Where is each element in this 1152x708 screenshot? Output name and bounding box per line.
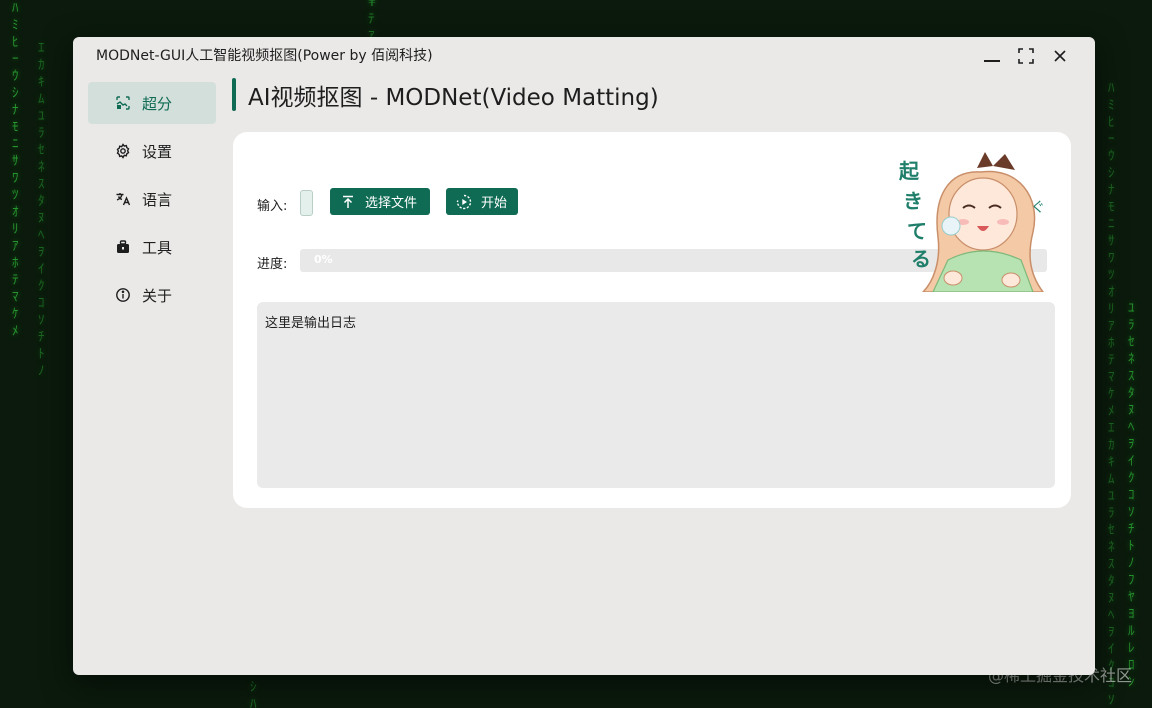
close-icon bbox=[1054, 50, 1066, 62]
minimize-button[interactable] bbox=[975, 45, 1009, 67]
matrix-column: ﾊ ﾐ ﾋ ｰ ｳ ｼ ﾅ ﾓ ﾆ ｻ ﾜ ﾂ ｵ ﾘ ｱ ﾎ ﾃ ﾏ ｹ ﾒ bbox=[12, 1, 19, 339]
matrix-column: ﾕ ﾗ ｾ ﾈ ｽ ﾀ ﾇ ﾍ ｦ ｲ ｸ ｺ ｿ ﾁ ﾄ ﾉ ﾌ ﾔ ﾖ ﾙ … bbox=[1128, 301, 1135, 690]
sidebar-item-label: 超分 bbox=[142, 94, 173, 113]
select-file-label: 选择文件 bbox=[365, 196, 418, 211]
mascot-text-1: 起 bbox=[898, 159, 920, 183]
progress-label: 进度: bbox=[257, 257, 288, 272]
sidebar: 超分 设置 语言 工具 关于 bbox=[88, 82, 216, 322]
select-file-button[interactable]: 选择文件 bbox=[330, 188, 430, 215]
start-label: 开始 bbox=[481, 196, 508, 211]
sidebar-item-label: 设置 bbox=[142, 142, 173, 161]
maximize-button[interactable] bbox=[1009, 45, 1043, 67]
sidebar-item-about[interactable]: 关于 bbox=[88, 274, 216, 316]
mascot-text-4: る bbox=[911, 247, 931, 271]
matrix-column: ｴ ｶ ｷ ﾑ ﾕ ﾗ ｾ ﾈ ｽ ﾀ ﾇ ﾍ ｦ ｲ ｸ ｺ ｿ ﾁ ﾄ ﾉ bbox=[38, 41, 45, 379]
content-card: 输入: 选择文件 开始 进度: 0% 这里是输出日志 起 き て る ぐ bbox=[233, 132, 1071, 508]
play-circle-icon bbox=[456, 194, 472, 210]
sidebar-item-label: 语言 bbox=[142, 190, 173, 209]
sidebar-item-label: 关于 bbox=[142, 286, 173, 305]
mascot-text-3: て bbox=[907, 219, 927, 243]
title-accent-bar bbox=[232, 78, 236, 111]
app-title: MODNet-GUI人工智能视频抠图(Power by 佰阅科技) bbox=[96, 48, 433, 64]
sidebar-item-super-resolution[interactable]: 超分 bbox=[88, 82, 216, 124]
maximize-icon bbox=[1018, 48, 1034, 64]
page-title: AI视频抠图 - MODNet(Video Matting) bbox=[248, 84, 659, 111]
output-log[interactable]: 这里是输出日志 bbox=[257, 302, 1055, 488]
title-bar[interactable]: MODNet-GUI人工智能视频抠图(Power by 佰阅科技) bbox=[73, 37, 1095, 71]
upload-icon bbox=[340, 194, 356, 210]
image-enhance-icon bbox=[114, 94, 132, 112]
anime-mascot-image: 起 き て る ぐ bbox=[898, 152, 1045, 292]
info-icon bbox=[114, 286, 132, 304]
close-button[interactable] bbox=[1043, 45, 1077, 67]
window-controls bbox=[975, 45, 1077, 67]
translate-icon bbox=[114, 190, 132, 208]
minimize-icon bbox=[984, 60, 1000, 62]
sidebar-item-language[interactable]: 语言 bbox=[88, 178, 216, 220]
mascot-text-2: き bbox=[903, 189, 923, 213]
sidebar-item-settings[interactable]: 设置 bbox=[88, 130, 216, 172]
app-window: MODNet-GUI人工智能视频抠图(Power by 佰阅科技) 超分 设置 … bbox=[73, 37, 1095, 675]
sidebar-item-tools[interactable]: 工具 bbox=[88, 226, 216, 268]
start-button[interactable]: 开始 bbox=[446, 188, 518, 215]
sidebar-item-label: 工具 bbox=[142, 238, 173, 257]
page-header: AI视频抠图 - MODNet(Video Matting) bbox=[232, 78, 659, 111]
input-path-field[interactable] bbox=[300, 190, 313, 216]
progress-percent: 0% bbox=[314, 253, 333, 266]
matrix-column: ﾊ ﾐ ﾋ ｰ ｳ ｼ ﾅ ﾓ ﾆ ｻ ﾜ ﾂ ｵ ﾘ ｱ ﾎ ﾃ ﾏ ｹ ﾒ … bbox=[1108, 81, 1115, 708]
gear-icon bbox=[114, 142, 132, 160]
toolbox-icon bbox=[114, 238, 132, 256]
svg-text:ぐ: ぐ bbox=[1031, 200, 1045, 216]
input-label: 输入: bbox=[257, 199, 288, 214]
